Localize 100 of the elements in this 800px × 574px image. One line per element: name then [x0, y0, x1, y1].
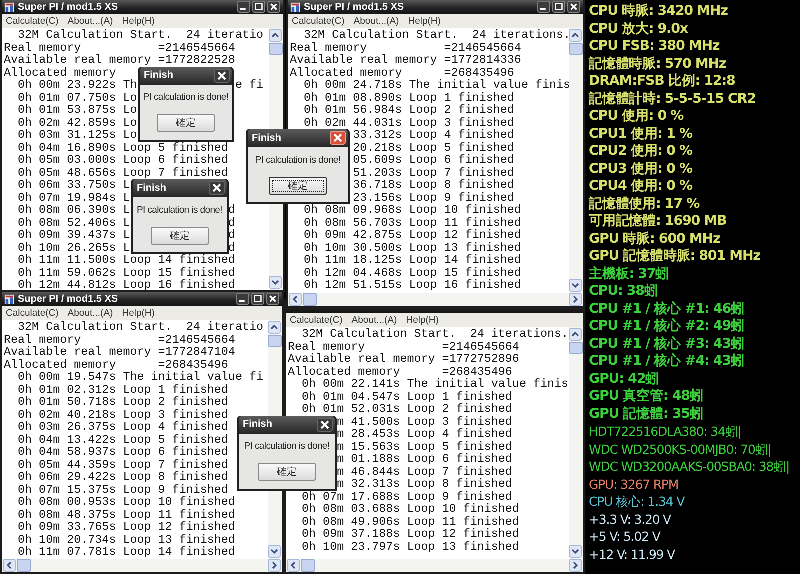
- dialog-title: Finish: [144, 70, 174, 81]
- console-line: m 46.844s Loop 7 finished: [337, 466, 512, 478]
- sensor-reading: 主機板: 37蚓: [589, 266, 670, 283]
- console-line: d: [228, 229, 236, 242]
- console-line: Allocated memory: [4, 66, 116, 79]
- console-line: 0h 01m 53.875s Lo: [18, 104, 138, 116]
- console-line: 0h 08m 09.968s Loop 10 finished: [304, 204, 522, 216]
- sensor-reading: WDC WD2500KS-00MJB0: 70蚓|: [589, 440, 772, 458]
- sensor-reading: +12 V: 11.99 V: [589, 546, 676, 563]
- console-line: Real memory: [4, 42, 82, 54]
- console-line: Real memory: [4, 334, 82, 346]
- console-line: Available real memory =1772822528: [4, 54, 236, 66]
- console-line: 32M Calculation Start. 24 iterations.: [302, 328, 569, 340]
- sensor-reading: CPU #1 / 核心 #2: 49蚓: [589, 318, 746, 336]
- console-line: 0h 01m 08.890s Loop 1 finished: [304, 92, 514, 104]
- console-line: 0h 12m 51.515s Loop 16 finished: [304, 279, 522, 292]
- console-line: 0h 07m 17.688s Loop 9 finished: [302, 490, 512, 503]
- console-line: Real memory: [290, 42, 368, 54]
- console-line: 0h 09m 39.437s L: [18, 229, 130, 242]
- console-line: d: [228, 242, 236, 254]
- console-line: 0h 09m 37.188s Loop 12 finished: [302, 528, 520, 540]
- console-line: 0h 12m 04.468s Loop 15 finished: [304, 266, 522, 279]
- sensor-reading: CPU 放大: 9.0x: [589, 20, 690, 38]
- console-line: Allocated memory: [288, 366, 400, 378]
- console-line: 05.609s Loop 6 finished: [353, 154, 514, 166]
- console-line: 32M Calculation Start. 24 iterations.: [304, 29, 569, 42]
- console-line: =2146545664: [442, 340, 520, 353]
- console-line: 0h 10m 23.797s Loop 13 finished: [302, 540, 520, 553]
- console-line: =268435496: [442, 366, 512, 378]
- console-line: 0h 11m 59.062s Loop 15 finished: [18, 266, 236, 279]
- sensor-reading: CPU #1 / 核心 #4: 43蚓: [589, 353, 746, 370]
- console-line: 0h 06m 33.750s L: [18, 179, 130, 192]
- console-line: 0h 09m 33.765s Loop 12 finished: [18, 521, 236, 534]
- console-line: 32M Calculation Start. 24 iteratio: [18, 29, 264, 42]
- console-line: 23.156s Loop 9 finished: [353, 192, 514, 204]
- console-line: 0h 05m 03.000s Loop 6 finished: [18, 154, 228, 166]
- sensor-reading: GPU 記憶體: 35蚓: [589, 406, 704, 423]
- console-line: 0h 01m 07.750s Lo: [18, 92, 138, 104]
- console-line: 0h 04m 58.937s Loop 6 finished: [18, 446, 228, 458]
- console-line: Available real memory =1772847104: [4, 346, 236, 358]
- console-line: 0h 08m 49.906s Loop 11 finished: [302, 516, 520, 528]
- sensor-reading: CPU 核心: 1.34 V: [589, 493, 686, 510]
- console-line: 0h 02m 42.859s Lo: [18, 116, 138, 129]
- sensor-reading: CPU FSB: 380 MHz: [589, 38, 721, 56]
- console-line: 33.312s Loop 4 finished: [353, 129, 514, 142]
- sensor-reading: CPU 時脈: 3420 MHz: [589, 3, 729, 20]
- sensor-reading: CPU #1 / 核心 #1: 46蚓: [589, 300, 746, 318]
- window-title: Super PI / mod1.5 XS: [304, 2, 404, 12]
- console-line: e fi: [235, 79, 264, 92]
- dialog-title: Finish: [252, 132, 282, 144]
- dialog-message: PI calculation is done!: [143, 92, 229, 103]
- console-line: 0h 03m 31.125s Lo: [18, 129, 138, 142]
- console-line: d: [228, 216, 236, 229]
- console-line: 0h 11m 07.781s Loop 14 finished: [18, 546, 236, 558]
- console-line: 0h 01m 02.312s Loop 1 finished: [18, 384, 228, 396]
- sensor-reading: CPU 使用: 0 %: [589, 108, 685, 126]
- sensor-reading: +3.3 V: 3.20 V: [589, 510, 672, 528]
- console-line: 0h 01m 56.984s Loop 2 finished: [304, 104, 514, 116]
- console-line: 0h 08m 03.688s Loop 10 finished: [302, 503, 520, 516]
- console-line: 0h 04m 13.422s Loop 5 finished: [18, 434, 228, 446]
- console-line: 0h 08m 52.406s L: [18, 216, 130, 229]
- sensor-reading: WDC WD3200AAKS-00SBA0: 38蚓|: [589, 458, 791, 476]
- console-line: 0h 06m 29.422s Loop 8 finished: [18, 471, 228, 484]
- console-line: Real memory: [288, 340, 366, 353]
- sensor-reading: CPU1 使用: 1 %: [589, 126, 694, 143]
- sensor-reading: 可用記憶體: 1690 MB: [589, 213, 728, 230]
- console-line: m 28.453s Loop 4 finished: [337, 428, 512, 440]
- console-line: Available real memory =1772814336: [290, 54, 522, 66]
- console-line: 0h 00m 22.141s The initial value finis: [302, 378, 569, 390]
- console-line: 0h 02m 44.031s Loop 3 finished: [304, 116, 514, 129]
- console-line: 0h 01m 04.547s Loop 1 finished: [302, 390, 512, 403]
- sensor-reading: CPU: 38蚓: [589, 283, 659, 300]
- sensor-reading: GPU: 42蚓: [589, 370, 660, 388]
- console-line: 0h 10m 26.265s L: [18, 242, 130, 254]
- sensor-reading: CPU #1 / 核心 #3: 43蚓: [589, 336, 746, 353]
- console-line: 0h 08m 06.390s L: [18, 204, 130, 216]
- console-line: 0h 08m 00.953s Loop 10 finished: [18, 496, 236, 508]
- sensor-reading: GPU 真空管: 48蚓: [589, 388, 704, 406]
- console-line: 0h 05m 44.359s Loop 7 finished: [18, 458, 228, 471]
- window-title: Super PI / mod1.5 XS: [18, 294, 118, 304]
- console-line: 0h 10m 30.500s Loop 13 finished: [304, 242, 522, 254]
- dialog-title: Finish: [137, 182, 166, 194]
- console-line: =268435496: [158, 358, 228, 371]
- console-line: =2146545664: [444, 42, 522, 54]
- sensor-reading: 記憶體使用: 17 %: [589, 196, 701, 213]
- console-line: m 15.563s Loop 5 finished: [337, 440, 512, 453]
- dialog-title: Finish: [243, 419, 272, 430]
- sensor-reading: CPU4 使用: 0 %: [589, 178, 694, 196]
- sensor-reading: CPU3 使用: 0 %: [589, 160, 694, 178]
- console-line: m 01.188s Loop 6 finished: [337, 453, 512, 466]
- console-line: 51.203s Loop 7 finished: [353, 166, 514, 179]
- console-line: 32M Calculation Start. 24 iteratio: [18, 321, 264, 334]
- sensor-reading: HDT722516DLA380: 34蚓|: [589, 423, 742, 440]
- console-line: 0h 08m 48.375s Loop 11 finished: [18, 508, 236, 521]
- console-line: Available real memory =1772752896: [288, 353, 520, 366]
- console-line: =268435496: [444, 66, 514, 79]
- console-line: 0h 05m 48.656s Loop 7 finished: [18, 166, 228, 179]
- sensor-reading: +5 V: 5.02 V: [589, 528, 662, 546]
- sensor-reading: GPU: 3267 RPM: [589, 476, 680, 493]
- console-line: 0h 00m 19.547s The initial value fi: [18, 371, 264, 384]
